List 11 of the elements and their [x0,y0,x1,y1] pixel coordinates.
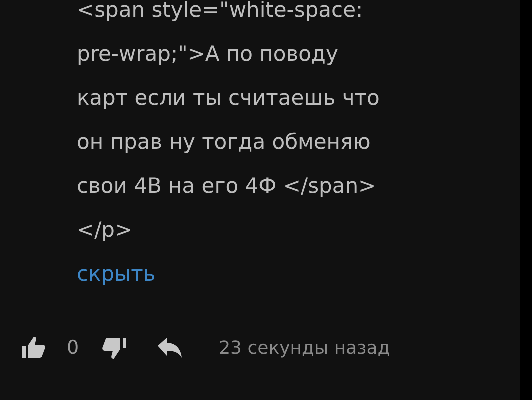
reply-arrow-icon[interactable] [157,337,184,360]
comment-text-line: он прав ну тогда обменяю [77,129,371,156]
comment-text-line: свои 4В на его 4Ф </span> [77,173,376,200]
comment-timestamp: 23 секунды назад [219,336,390,361]
thumbs-up-icon[interactable] [21,336,47,360]
hide-link[interactable]: скрыть [77,252,156,296]
comment-text-line: pre-wrap;">А по поводу [77,41,338,68]
comment-text-line: </p> [77,217,133,244]
comment-text-line: <span style="white-space: [77,0,364,24]
like-count: 0 [67,336,80,361]
comment-text-line: карт если ты считаешь что [77,85,380,112]
